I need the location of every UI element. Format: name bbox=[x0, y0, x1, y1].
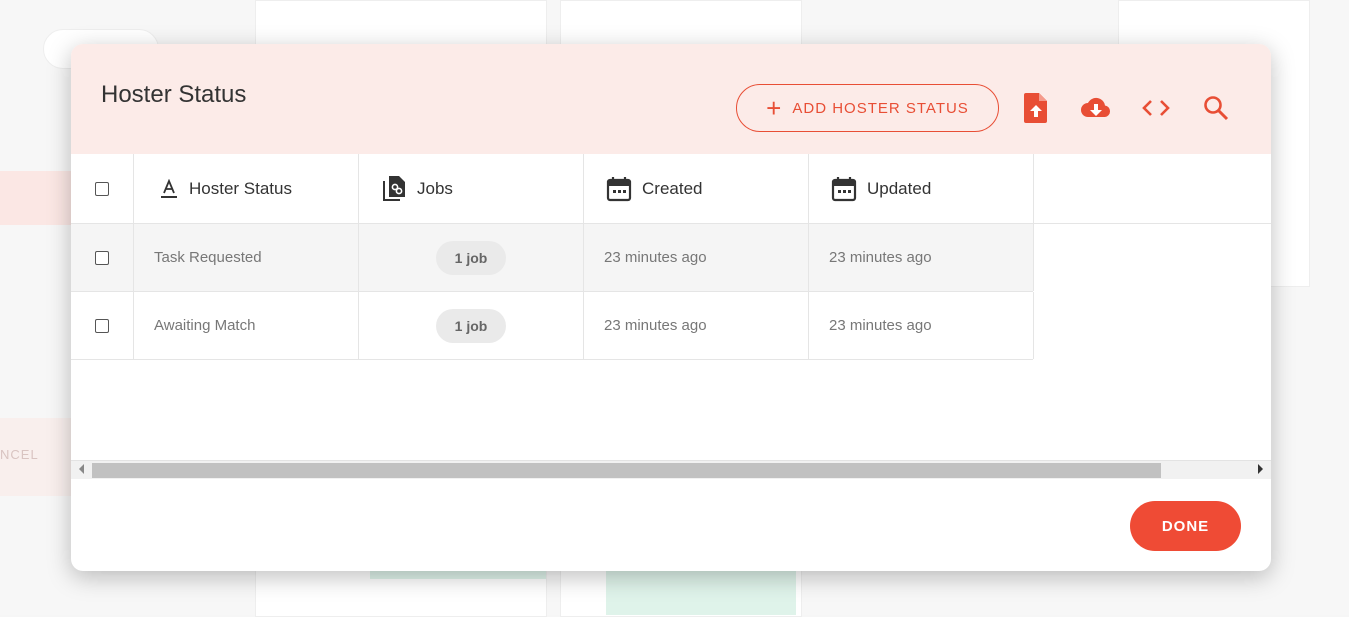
jobs-badge[interactable]: 1 job bbox=[435, 308, 507, 343]
jobs-badge[interactable]: 1 job bbox=[435, 240, 507, 275]
scroll-right-arrow-icon[interactable] bbox=[1258, 464, 1263, 474]
table-row[interactable]: Awaiting Match 1 job 23 minutes ago 23 m… bbox=[71, 292, 1034, 360]
done-button[interactable]: DONE bbox=[1130, 501, 1241, 551]
scroll-left-arrow-icon[interactable] bbox=[79, 464, 84, 474]
modal-header: Hoster Status + ADD HOSTER STATUS bbox=[71, 44, 1271, 154]
column-header-jobs[interactable]: Jobs bbox=[359, 154, 584, 223]
column-header-created[interactable]: Created bbox=[584, 154, 809, 223]
add-hoster-status-label: ADD HOSTER STATUS bbox=[792, 99, 969, 117]
updated-cell: 23 minutes ago bbox=[809, 224, 1034, 291]
row-checkbox[interactable] bbox=[95, 250, 109, 265]
cloud-download-button[interactable] bbox=[1080, 92, 1112, 124]
background-green-strip bbox=[370, 571, 546, 579]
created-cell: 23 minutes ago bbox=[584, 224, 809, 291]
background-green-button bbox=[606, 571, 796, 615]
code-icon bbox=[1142, 100, 1170, 116]
background-cancel-text: NCEL bbox=[0, 447, 39, 462]
embed-code-button[interactable] bbox=[1140, 92, 1172, 124]
column-header-updated[interactable]: Updated bbox=[809, 154, 1034, 223]
horizontal-scrollbar[interactable] bbox=[71, 460, 1271, 479]
plus-icon: + bbox=[766, 93, 783, 123]
updated-cell: 23 minutes ago bbox=[809, 292, 1034, 359]
row-checkbox-cell bbox=[71, 224, 134, 291]
table-row[interactable]: Task Requested 1 job 23 minutes ago 23 m… bbox=[71, 224, 1034, 292]
cloud-download-icon bbox=[1081, 97, 1111, 117]
calendar-icon bbox=[831, 176, 857, 201]
column-header-label: Jobs bbox=[417, 178, 453, 198]
row-checkbox[interactable] bbox=[95, 318, 109, 333]
jobs-cell: 1 job bbox=[359, 292, 584, 359]
background-highlight bbox=[0, 171, 72, 225]
file-upload-button[interactable] bbox=[1020, 92, 1052, 124]
jobs-cell: 1 job bbox=[359, 224, 584, 291]
search-icon bbox=[1204, 96, 1229, 121]
scrollbar-thumb[interactable] bbox=[92, 463, 1161, 478]
hoster-status-modal: Hoster Status + ADD HOSTER STATUS Hoster… bbox=[71, 44, 1271, 571]
created-cell: 23 minutes ago bbox=[584, 292, 809, 359]
modal-title: Hoster Status bbox=[101, 81, 247, 108]
column-header-label: Hoster Status bbox=[189, 178, 292, 198]
select-all-checkbox[interactable] bbox=[95, 181, 109, 196]
file-upload-icon bbox=[1024, 93, 1047, 123]
add-hoster-status-button[interactable]: + ADD HOSTER STATUS bbox=[736, 84, 999, 132]
hoster-status-cell: Task Requested bbox=[134, 224, 359, 291]
text-format-icon bbox=[161, 178, 177, 198]
calendar-icon bbox=[606, 176, 632, 201]
search-button[interactable] bbox=[1200, 92, 1232, 124]
linked-files-icon bbox=[383, 175, 405, 201]
table-header-row: Hoster Status Jobs Created Updated bbox=[71, 154, 1271, 224]
column-header-label: Updated bbox=[867, 178, 932, 198]
row-checkbox-cell bbox=[71, 292, 134, 359]
column-header-hoster-status[interactable]: Hoster Status bbox=[134, 154, 359, 223]
header-checkbox-cell bbox=[71, 154, 134, 223]
hoster-status-cell: Awaiting Match bbox=[134, 292, 359, 359]
column-header-label: Created bbox=[642, 178, 703, 198]
